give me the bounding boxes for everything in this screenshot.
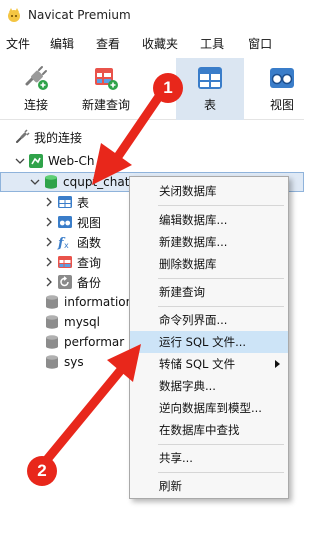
chevron-right-icon[interactable] — [43, 196, 55, 208]
connect-button[interactable]: 连接 — [14, 58, 58, 120]
annotation-badge-1: 1 — [153, 73, 183, 103]
menu-edit-database[interactable]: 编辑数据库... — [130, 209, 288, 231]
menu-delete-database[interactable]: 删除数据库 — [130, 253, 288, 275]
menu-view[interactable]: 查看 — [82, 30, 128, 58]
submenu-arrow-icon — [275, 360, 280, 368]
menu-separator — [158, 444, 284, 445]
connection-label: Web-Ch — [48, 154, 95, 168]
menu-separator — [158, 472, 284, 473]
backup-icon — [58, 275, 72, 289]
db-sys-label: sys — [64, 355, 84, 369]
database-closed-icon — [46, 315, 58, 329]
menu-separator — [158, 205, 284, 206]
chevron-right-icon[interactable] — [43, 276, 55, 288]
db-performance-label: performar — [64, 335, 125, 349]
menu-run-sql-file[interactable]: 运行 SQL 文件... — [130, 331, 288, 353]
menu-close-database[interactable]: 关闭数据库 — [130, 180, 288, 202]
functions-label: 函数 — [77, 235, 102, 250]
menu-refresh[interactable]: 刷新 — [130, 475, 288, 497]
database-label: cqupt_chat — [63, 175, 130, 189]
database-open-icon — [45, 175, 57, 189]
svg-text:x: x — [64, 241, 69, 250]
menu-reverse-to-model[interactable]: 逆向数据库到模型... — [130, 397, 288, 419]
my-connections-label: 我的连接 — [34, 130, 83, 145]
database-closed-icon — [46, 295, 58, 309]
menu-find-in-database[interactable]: 在数据库中查找 — [130, 419, 288, 441]
new-query-button[interactable]: 新建查询 — [78, 58, 134, 120]
mysql-connection-icon — [29, 154, 43, 168]
menu-tools[interactable]: 工具 — [186, 30, 232, 58]
database-closed-icon — [46, 355, 58, 369]
menu-separator — [158, 278, 284, 279]
view-button[interactable]: 视图 — [262, 58, 302, 120]
title-bar: Navicat Premium — [0, 0, 304, 30]
navicat-logo-icon — [8, 8, 20, 22]
table-icon — [58, 196, 72, 208]
db-information-label: information — [64, 295, 134, 309]
menu-data-dictionary[interactable]: 数据字典... — [130, 375, 288, 397]
menu-bar: 文件 编辑 查看 收藏夹 工具 窗口 — [0, 30, 304, 58]
window-title: Navicat Premium — [28, 8, 131, 22]
database-closed-icon — [46, 335, 58, 349]
main-toolbar: 连接 新建查询 表 视图 — [0, 58, 304, 120]
tree-my-connections[interactable]: 我的连接 — [0, 127, 304, 147]
table-label: 表 — [203, 98, 216, 112]
chevron-right-icon[interactable] — [43, 256, 55, 268]
chevron-right-icon[interactable] — [43, 236, 55, 248]
menu-share[interactable]: 共享... — [130, 447, 288, 469]
queries-label: 查询 — [77, 255, 102, 270]
connection-group-icon — [16, 129, 30, 143]
menu-new-database[interactable]: 新建数据库... — [130, 231, 288, 253]
view-glasses-icon — [58, 216, 72, 228]
dump-sql-label: 转储 SQL 文件 — [159, 357, 236, 371]
chevron-right-icon[interactable] — [43, 216, 55, 228]
new-query-grid-icon — [95, 68, 118, 90]
new-query-label: 新建查询 — [81, 98, 130, 112]
db-mysql-label: mysql — [64, 315, 100, 329]
menu-edit[interactable]: 编辑 — [38, 30, 82, 58]
menu-file[interactable]: 文件 — [0, 30, 38, 58]
chevron-down-icon[interactable] — [29, 176, 41, 188]
menu-dump-sql-file[interactable]: 转储 SQL 文件 — [130, 353, 288, 375]
function-fx-icon: f x — [57, 236, 69, 250]
menu-command-line[interactable]: 命令列界面... — [130, 309, 288, 331]
menu-favorites[interactable]: 收藏夹 — [128, 30, 186, 58]
backups-label: 备份 — [77, 275, 102, 290]
annotation-badge-2: 2 — [27, 456, 57, 486]
plug-connect-icon — [25, 66, 48, 90]
view-glasses-icon — [270, 68, 294, 88]
tables-label: 表 — [77, 195, 90, 210]
view-label: 视图 — [269, 98, 294, 112]
query-icon — [58, 256, 72, 268]
menu-new-query[interactable]: 新建查询 — [130, 281, 288, 303]
menu-window[interactable]: 窗口 — [232, 30, 280, 58]
tree-connection[interactable]: Web-Ch — [0, 151, 304, 171]
table-button[interactable]: 表 — [176, 58, 244, 120]
database-context-menu: 关闭数据库 编辑数据库... 新建数据库... 删除数据库 新建查询 命令列界面… — [129, 176, 289, 499]
views-label: 视图 — [77, 215, 102, 230]
chevron-down-icon[interactable] — [14, 155, 26, 167]
table-icon — [198, 67, 222, 89]
connect-label: 连接 — [23, 98, 48, 112]
menu-separator — [158, 306, 284, 307]
